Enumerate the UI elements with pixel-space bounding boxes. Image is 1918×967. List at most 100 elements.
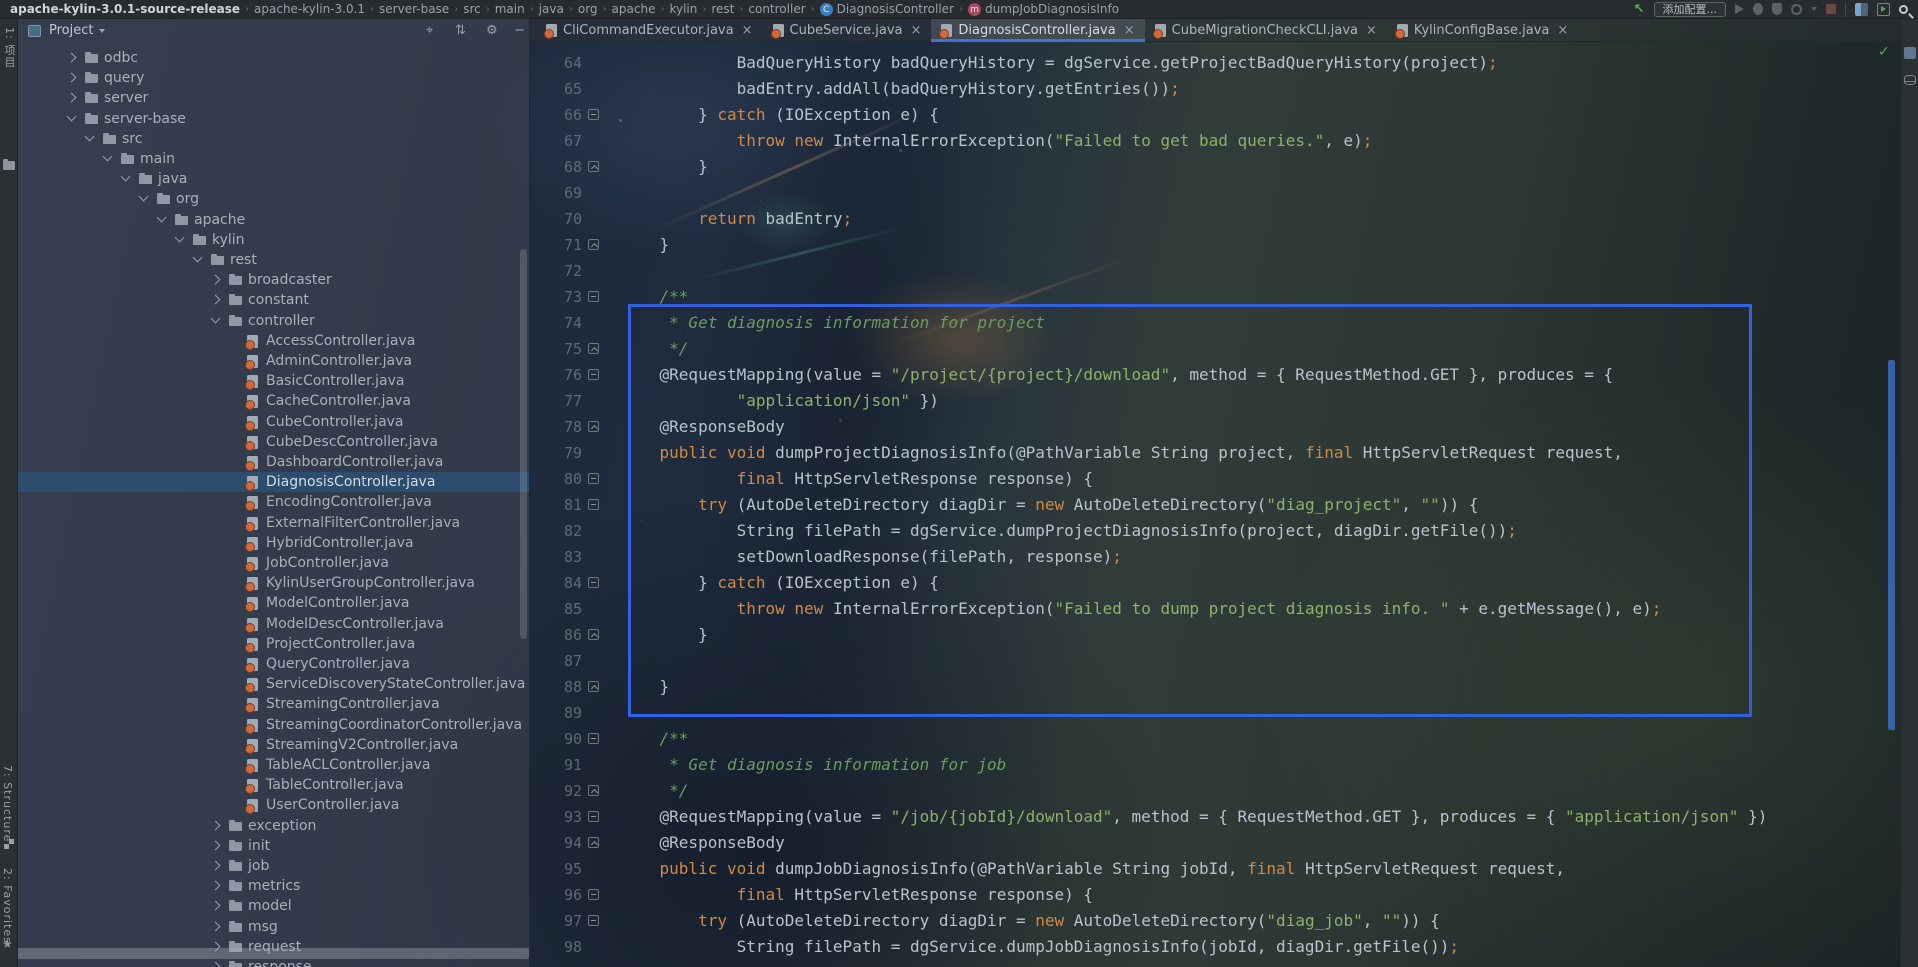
code-line-69[interactable]: 69: [530, 180, 1900, 206]
tree-item-constant[interactable]: constant: [18, 290, 529, 310]
chevron-right-icon[interactable]: [211, 861, 221, 871]
code-line-85[interactable]: 85 throw new InternalErrorException("Fai…: [530, 596, 1900, 622]
code-line-96[interactable]: 96 final HttpServletResponse response) {: [530, 882, 1900, 908]
tree-item-odbc[interactable]: odbc: [18, 48, 529, 68]
line-number[interactable]: 89: [530, 700, 582, 726]
breadcrumb-item[interactable]: main: [493, 2, 527, 16]
breadcrumb-item[interactable]: kylin: [667, 2, 699, 16]
tree-item-TableController-java[interactable]: TableController.java: [18, 775, 529, 795]
line-number[interactable]: 88: [530, 674, 582, 700]
line-number[interactable]: 86: [530, 622, 582, 648]
line-number[interactable]: 97: [530, 908, 582, 934]
fold-toggle-icon[interactable]: [588, 811, 599, 822]
breadcrumb-item[interactable]: mdumpJobDiagnosisInfo: [966, 2, 1121, 16]
breadcrumb-item[interactable]: rest: [709, 2, 736, 16]
structure-grid-icon[interactable]: [4, 839, 14, 849]
code-line-82[interactable]: 82 String filePath = dgService.dumpProje…: [530, 518, 1900, 544]
stop-icon[interactable]: [1826, 4, 1836, 14]
chevron-right-icon[interactable]: [211, 921, 221, 931]
line-number[interactable]: 94: [530, 830, 582, 856]
code-line-64[interactable]: 64 BadQueryHistory badQueryHistory = dgS…: [530, 50, 1900, 76]
fold-toggle-icon[interactable]: [588, 369, 599, 380]
chevron-down-icon[interactable]: [85, 131, 95, 141]
code-line-84[interactable]: 84 } catch (IOException e) {: [530, 570, 1900, 596]
code-line-68[interactable]: 68 }: [530, 154, 1900, 180]
chevron-right-icon[interactable]: [211, 275, 221, 285]
close-icon[interactable]: ×: [910, 24, 921, 37]
tree-item-model[interactable]: model: [18, 896, 529, 916]
chevron-right-icon[interactable]: [211, 295, 221, 305]
tree-item-ExternalFilterController-java[interactable]: ExternalFilterController.java: [18, 513, 529, 533]
line-number[interactable]: 92: [530, 778, 582, 804]
code-line-95[interactable]: 95 public void dumpJobDiagnosisInfo(@Pat…: [530, 856, 1900, 882]
tab-KylinConfigBase-java[interactable]: KylinConfigBase.java×: [1387, 19, 1578, 41]
tree-item-StreamingV2Controller-java[interactable]: StreamingV2Controller.java: [18, 735, 529, 755]
line-number[interactable]: 87: [530, 648, 582, 674]
line-number[interactable]: 71: [530, 232, 582, 258]
tool-stripe-favorites[interactable]: 2: Favorites: [1, 868, 14, 944]
tool-stripe-structure[interactable]: 7: Structure: [1, 765, 14, 842]
run-icon[interactable]: [1735, 4, 1744, 14]
chevron-right-icon[interactable]: [67, 93, 77, 103]
code-line-79[interactable]: 79 public void dumpProjectDiagnosisInfo(…: [530, 440, 1900, 466]
code-line-81[interactable]: 81 try (AutoDeleteDirectory diagDir = ne…: [530, 492, 1900, 518]
line-number[interactable]: 90: [530, 726, 582, 752]
tree-item-QueryController-java[interactable]: QueryController.java: [18, 654, 529, 674]
tree-item-org[interactable]: org: [18, 189, 529, 209]
code-line-72[interactable]: 72: [530, 258, 1900, 284]
fold-toggle-icon[interactable]: [588, 889, 599, 900]
tree-item-query[interactable]: query: [18, 68, 529, 88]
fold-toggle-icon[interactable]: [588, 915, 599, 926]
close-icon[interactable]: ×: [742, 24, 753, 37]
tree-item-KylinUserGroupController-java[interactable]: KylinUserGroupController.java: [18, 573, 529, 593]
line-number[interactable]: 67: [530, 128, 582, 154]
chevron-right-icon[interactable]: [211, 962, 221, 967]
code-line-94[interactable]: 94 @ResponseBody: [530, 830, 1900, 856]
fold-toggle-icon[interactable]: [588, 473, 599, 484]
breadcrumb-item[interactable]: src: [461, 2, 483, 16]
close-icon[interactable]: ×: [1366, 24, 1377, 37]
tab-CliCommandExecutor-java[interactable]: CliCommandExecutor.java×: [536, 19, 763, 41]
project-view-dropdown-icon[interactable]: [99, 29, 105, 33]
fold-toggle-icon[interactable]: [588, 343, 599, 354]
code-editor[interactable]: 64 BadQueryHistory badQueryHistory = dgS…: [530, 42, 1900, 967]
fold-toggle-icon[interactable]: [588, 681, 599, 692]
line-number[interactable]: 95: [530, 856, 582, 882]
line-number[interactable]: 64: [530, 50, 582, 76]
chevron-right-icon[interactable]: [211, 840, 221, 850]
fold-toggle-icon[interactable]: [588, 837, 599, 848]
chevron-right-icon[interactable]: [211, 820, 221, 830]
tree-item-src[interactable]: src: [18, 129, 529, 149]
code-line-77[interactable]: 77 "application/json" }): [530, 388, 1900, 414]
tree-item-main[interactable]: main: [18, 149, 529, 169]
tree-item-CubeDescController-java[interactable]: CubeDescController.java: [18, 432, 529, 452]
code-line-74[interactable]: 74 * Get diagnosis information for proje…: [530, 310, 1900, 336]
code-line-78[interactable]: 78 @ResponseBody: [530, 414, 1900, 440]
tree-item-HybridController-java[interactable]: HybridController.java: [18, 533, 529, 553]
fold-toggle-icon[interactable]: [588, 239, 599, 250]
tab-CubeService-java[interactable]: CubeService.java×: [763, 19, 932, 41]
add-configuration-button[interactable]: 添加配置...: [1654, 2, 1727, 17]
tree-item-DiagnosisController-java[interactable]: DiagnosisController.java: [18, 472, 529, 492]
code-line-80[interactable]: 80 final HttpServletResponse response) {: [530, 466, 1900, 492]
tree-item-rest[interactable]: rest: [18, 250, 529, 270]
code-line-70[interactable]: 70 return badEntry;: [530, 206, 1900, 232]
tree-item-ProjectController-java[interactable]: ProjectController.java: [18, 634, 529, 654]
fold-toggle-icon[interactable]: [588, 291, 599, 302]
line-number[interactable]: 96: [530, 882, 582, 908]
chevron-right-icon[interactable]: [211, 901, 221, 911]
fold-toggle-icon[interactable]: [588, 733, 599, 744]
line-number[interactable]: 76: [530, 362, 582, 388]
line-number[interactable]: 69: [530, 180, 582, 206]
search-everywhere-icon[interactable]: [1899, 5, 1908, 14]
tree-item-job[interactable]: job: [18, 856, 529, 876]
fold-toggle-icon[interactable]: [588, 161, 599, 172]
line-number[interactable]: 75: [530, 336, 582, 362]
tree-item-exception[interactable]: exception: [18, 816, 529, 836]
tree-item-server-base[interactable]: server-base: [18, 109, 529, 129]
breadcrumb-item[interactable]: apache: [610, 2, 658, 16]
vcs-update-icon[interactable]: ↖: [1634, 3, 1645, 16]
line-number[interactable]: 82: [530, 518, 582, 544]
settings-icon[interactable]: ⚙: [486, 23, 498, 38]
profiler-dropdown-icon[interactable]: [1811, 7, 1817, 11]
